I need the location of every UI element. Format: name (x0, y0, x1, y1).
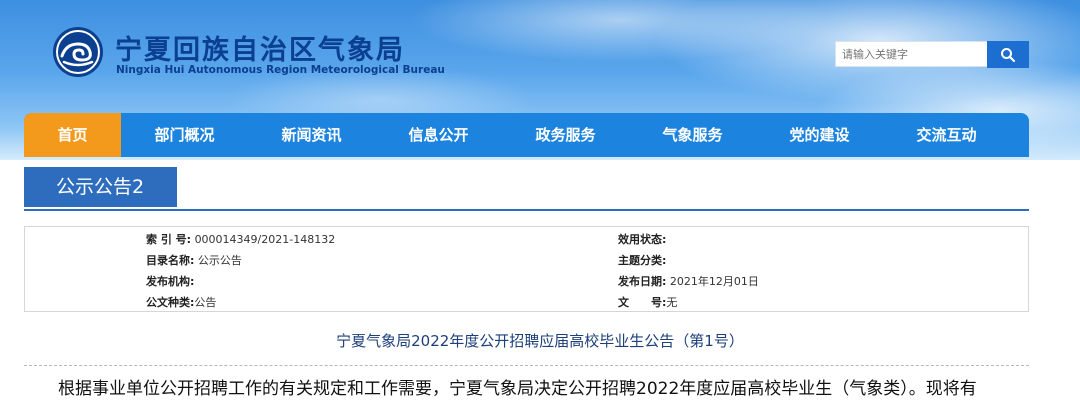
article-body-text: 根据事业单位公开招聘工作的有关规定和工作需要，宁夏气象局决定公开招聘2022年度… (58, 379, 977, 399)
nav-item-home[interactable]: 首页 (24, 113, 121, 157)
nav-item-departments[interactable]: 部门概况 (121, 113, 248, 157)
info-date-value: 2021年12月01日 (669, 275, 759, 288)
cma-logo-icon (53, 27, 103, 77)
info-publisher: 发布机构: (146, 273, 194, 289)
info-doctype: 公文种类:公告 (146, 294, 216, 310)
info-publisher-label: 发布机构: (146, 275, 195, 288)
article-divider (24, 365, 1029, 366)
search-button[interactable] (987, 41, 1029, 68)
site-title[interactable]: 宁夏回族自治区气象局 (115, 28, 405, 67)
info-topic-label: 主题分类: (618, 254, 667, 267)
nav-item-weather-services[interactable]: 气象服务 (629, 113, 756, 157)
info-status-label: 效用状态: (618, 233, 667, 246)
info-index: 索 引 号: 000014349/2021-148132 (146, 231, 335, 247)
info-docno-value: 无 (666, 296, 678, 309)
info-docno-label: 文 号: (618, 296, 667, 309)
nav-item-news[interactable]: 新闻资讯 (248, 113, 375, 157)
page-heading: 公示公告2 (24, 167, 177, 207)
search-input[interactable] (835, 41, 987, 67)
info-catalog-value: 公示公告 (197, 254, 242, 267)
main-nav: 首页 部门概况 新闻资讯 信息公开 政务服务 气象服务 党的建设 交流互动 (24, 113, 1029, 157)
document-info-table: 索 引 号: 000014349/2021-148132 目录名称: 公示公告 … (24, 226, 1029, 312)
info-catalog-label: 目录名称: (146, 254, 195, 267)
heading-divider (24, 209, 1029, 211)
article-title: 宁夏气象局2022年度公开招聘应届高校毕业生公告（第1号） (336, 332, 744, 350)
nav-item-government-services[interactable]: 政务服务 (502, 113, 629, 157)
site-subtitle: Ningxia Hui Autonomous Region Meteorolog… (116, 64, 445, 76)
info-date-label: 发布日期: (618, 275, 667, 288)
nav-item-info-disclosure[interactable]: 信息公开 (375, 113, 502, 157)
info-docno: 文 号:无 (618, 294, 677, 310)
nav-item-interaction[interactable]: 交流互动 (883, 113, 1010, 157)
info-topic: 主题分类: (618, 252, 666, 268)
info-status: 效用状态: (618, 231, 666, 247)
info-date: 发布日期: 2021年12月01日 (618, 273, 759, 289)
nav-item-party-building[interactable]: 党的建设 (756, 113, 883, 157)
info-index-label: 索 引 号: (146, 233, 192, 246)
info-index-value: 000014349/2021-148132 (194, 233, 336, 246)
search-icon (1001, 47, 1016, 62)
info-doctype-label: 公文种类: (146, 296, 195, 309)
info-doctype-value: 公告 (194, 296, 217, 309)
info-catalog: 目录名称: 公示公告 (146, 252, 242, 268)
